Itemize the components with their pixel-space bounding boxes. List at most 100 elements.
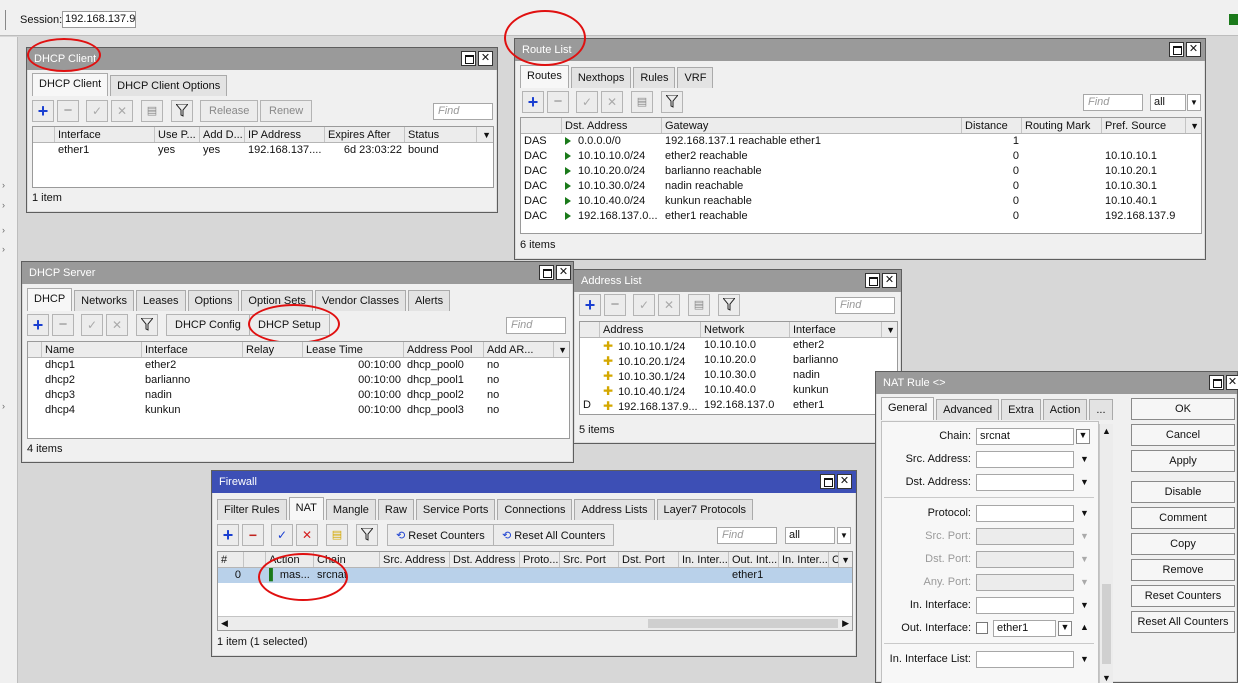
maximize-icon[interactable] [1209,375,1224,390]
scrollbar-thumb[interactable] [1102,584,1111,664]
chevron-down-icon[interactable]: ▼ [1080,454,1089,464]
reset-all-counters-button[interactable]: Reset All Counters [1131,611,1235,633]
column-menu-icon[interactable]: ▼ [841,555,850,565]
disable-icon[interactable]: ✕ [658,294,680,316]
table-row[interactable]: DAC 192.168.137.0... ether1 reachable 0 … [521,209,1201,224]
col-address-pool[interactable]: Address Pool [404,342,484,357]
col-out-interface[interactable]: Out. Int... [729,552,779,567]
col-network[interactable]: Network [701,322,790,337]
remove-icon[interactable]: − [242,524,264,546]
out-interface-input[interactable]: ether1 [993,620,1056,637]
dhcp-config-button[interactable]: DHCP Config [166,314,250,336]
tab-leases[interactable]: Leases [136,290,186,311]
tab-vrf[interactable]: VRF [677,67,714,88]
scroll-right-icon[interactable]: ▶ [842,618,849,629]
col-number[interactable]: # [218,552,244,567]
table-row[interactable]: D ✚ 192.168.137.9... 192.168.137.0 ether1 [580,398,897,413]
tab-networks[interactable]: Networks [74,290,135,311]
tab-dhcp[interactable]: DHCP [27,288,73,311]
window-title[interactable]: Address List [574,270,901,292]
close-icon[interactable]: ✕ [478,51,493,66]
col-add-default[interactable]: Add D... [200,127,245,142]
chevron-down-icon[interactable]: ▼ [1080,654,1089,664]
close-icon[interactable]: ✕ [1186,42,1201,57]
reset-all-counters-button[interactable]: ⟲ Reset All Counters [493,524,615,546]
add-icon[interactable]: + [32,100,54,122]
in-interface-input[interactable] [976,597,1074,614]
chevron-down-icon[interactable]: ▼ [1080,508,1089,518]
chevron-right-icon[interactable]: › [2,401,5,411]
chevron-down-icon[interactable]: ▼ [1187,94,1201,111]
close-icon[interactable]: ✕ [837,474,852,489]
disable-icon[interactable]: ✕ [296,524,318,546]
col-distance[interactable]: Distance [962,118,1022,133]
chevron-up-icon[interactable]: ▲ [1080,622,1089,632]
chevron-right-icon[interactable]: › [2,225,5,235]
comment-icon[interactable]: ▤ [631,91,653,113]
tab-dhcp-client-options[interactable]: DHCP Client Options [110,75,228,96]
maximize-icon[interactable] [865,273,880,288]
apply-button[interactable]: Apply [1131,450,1235,472]
tab-extra[interactable]: Extra [1001,399,1041,420]
col-interface[interactable]: Interface [790,322,882,337]
remove-icon[interactable]: − [604,294,626,316]
tab-more[interactable]: ... [1089,399,1113,420]
tab-action[interactable]: Action [1042,399,1088,420]
column-menu-icon[interactable]: ▼ [558,345,567,355]
chain-dropdown-icon[interactable]: ▼ [1076,429,1090,444]
tab-vendor-classes[interactable]: Vendor Classes [314,290,406,311]
enable-icon[interactable]: ✓ [633,294,655,316]
vertical-scrollbar[interactable]: ▲ ▼ [1099,424,1113,683]
src-port-input[interactable] [976,528,1074,545]
ok-button[interactable]: OK [1131,398,1235,420]
tab-options[interactable]: Options [187,290,240,311]
col-routing-mark[interactable]: Routing Mark [1022,118,1102,133]
tab-address-lists[interactable]: Address Lists [574,499,655,520]
find-input[interactable]: Find [506,317,566,334]
scroll-left-icon[interactable]: ◀ [221,618,228,629]
src-address-input[interactable] [976,451,1074,468]
filter-select[interactable]: all [785,527,835,544]
out-interface-dropdown-icon[interactable]: ▼ [1058,621,1072,636]
comment-icon[interactable]: ▤ [326,524,348,546]
reset-counters-button[interactable]: Reset Counters [1131,585,1235,607]
comment-button[interactable]: Comment [1131,507,1235,529]
tab-mangle[interactable]: Mangle [325,499,376,520]
window-title[interactable]: DHCP Server [22,262,573,284]
col-relay[interactable]: Relay [243,342,303,357]
col-in-interface[interactable]: In. Inter... [679,552,729,567]
column-menu-icon[interactable]: ▼ [886,325,895,335]
col-pref-source[interactable]: Pref. Source [1102,118,1186,133]
filter-icon[interactable] [661,91,683,113]
window-title[interactable]: NAT Rule <> [876,372,1237,394]
tab-alerts[interactable]: Alerts [407,290,451,311]
maximize-icon[interactable] [461,51,476,66]
table-row[interactable]: dhcp4 kunkun 00:10:00 dhcp_pool3 no [28,403,569,418]
scroll-up-icon[interactable]: ▲ [1102,426,1111,436]
chain-input[interactable]: srcnat [976,428,1074,445]
window-title[interactable]: Route List [515,39,1205,61]
table-row[interactable]: ✚ 10.10.40.1/24 10.10.40.0 kunkun [580,383,897,398]
scroll-down-icon[interactable]: ▼ [1102,673,1111,683]
scrollbar-thumb[interactable] [648,619,838,628]
col-lease-time[interactable]: Lease Time [303,342,404,357]
col-ip-address[interactable]: IP Address [245,127,325,142]
tab-nexthops[interactable]: Nexthops [570,67,632,88]
out-interface-negate-checkbox[interactable] [976,622,988,634]
table-row[interactable]: DAC 10.10.30.0/24 nadin reachable 0 10.1… [521,179,1201,194]
col-src-address[interactable]: Src. Address [380,552,450,567]
filter-select[interactable]: all [1150,94,1186,111]
enable-icon[interactable]: ✓ [271,524,293,546]
column-menu-icon[interactable]: ▼ [1190,121,1199,131]
enable-icon[interactable]: ✓ [576,91,598,113]
close-icon[interactable]: ✕ [556,265,571,280]
filter-icon[interactable] [136,314,158,336]
chevron-down-icon[interactable]: ▼ [1080,600,1089,610]
table-row[interactable]: ✚ 10.10.30.1/24 10.10.30.0 nadin [580,368,897,383]
tab-service-ports[interactable]: Service Ports [415,499,496,520]
table-row[interactable]: dhcp2 barlianno 00:10:00 dhcp_pool1 no [28,373,569,388]
table-row[interactable]: ether1 yes yes 192.168.137.... 6d 23:03:… [33,143,493,158]
chevron-down-icon[interactable]: ▼ [1080,531,1089,541]
col-interface[interactable]: Interface [55,127,155,142]
filter-icon[interactable] [356,524,378,546]
